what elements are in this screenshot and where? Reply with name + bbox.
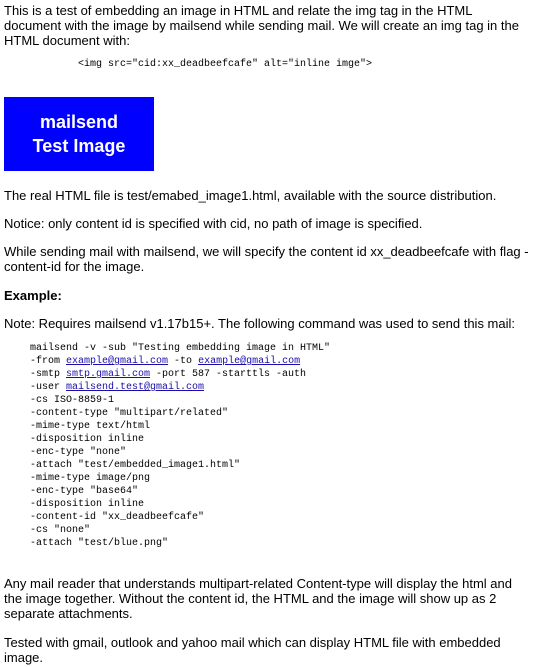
- command-text: -smtp: [30, 369, 67, 380]
- intro-paragraph: This is a test of embedding an image in …: [4, 3, 519, 48]
- command-text: -port 587 -starttls -auth: [150, 369, 307, 380]
- command-text: -user: [30, 382, 67, 393]
- command-text: -to: [168, 356, 199, 367]
- command-line: -content-type "multipart/related": [30, 408, 229, 419]
- command-block: mailsend -v -sub "Testing embedding imag…: [30, 342, 330, 550]
- command-line: -content-id "xx_deadbeefcafe": [30, 512, 205, 523]
- command-line: -mime-type text/html: [30, 421, 151, 432]
- example-heading: Example:: [4, 288, 530, 303]
- command-line: -attach "test/blue.png": [30, 538, 169, 549]
- tested-paragraph: Tested with gmail, outlook and yahoo mai…: [4, 635, 501, 665]
- command-line: -disposition inline: [30, 434, 145, 445]
- while-sending-paragraph: While sending mail with mailsend, we wil…: [4, 244, 529, 274]
- from-email-link[interactable]: example@gmail.com: [66, 356, 168, 367]
- command-line: -attach "test/embedded_image1.html": [30, 460, 241, 471]
- mailsend-test-image: mailsend Test Image: [4, 97, 154, 171]
- img-tag-code: <img src="cid:xx_deadbeefcafe" alt="inli…: [78, 59, 373, 70]
- command-line: -cs "none": [30, 525, 91, 536]
- command-line: -mime-type image/png: [30, 473, 151, 484]
- image-text-line1: mailsend: [39, 112, 119, 132]
- command-line: -enc-type "none": [30, 447, 127, 458]
- user-email-link[interactable]: mailsend.test@gmail.com: [66, 382, 204, 393]
- real-file-paragraph: The real HTML file is test/emabed_image1…: [4, 188, 497, 203]
- smtp-server-link[interactable]: smtp.gmail.com: [66, 369, 150, 380]
- command-line: -user mailsend.test@gmail.com: [30, 381, 330, 394]
- note-paragraph: Note: Requires mailsend v1.17b15+. The f…: [4, 316, 516, 331]
- to-email-link[interactable]: example@gmail.com: [198, 356, 300, 367]
- command-line: -enc-type "base64": [30, 486, 139, 497]
- command-line: -from example@gmail.com -to example@gmai…: [30, 355, 330, 368]
- command-line: -disposition inline: [30, 499, 145, 510]
- command-line: mailsend -v -sub "Testing embedding imag…: [30, 343, 331, 354]
- notice-paragraph: Notice: only content id is specified wit…: [4, 216, 423, 231]
- image-text-line2: Test Image: [32, 136, 126, 156]
- example-heading-text: Example:: [4, 288, 62, 303]
- command-text: -from: [30, 356, 67, 367]
- command-line: -cs ISO-8859-1: [30, 395, 115, 406]
- any-mail-reader-paragraph: Any mail reader that understands multipa…: [4, 576, 512, 621]
- command-line: -smtp smtp.gmail.com -port 587 -starttls…: [30, 368, 330, 381]
